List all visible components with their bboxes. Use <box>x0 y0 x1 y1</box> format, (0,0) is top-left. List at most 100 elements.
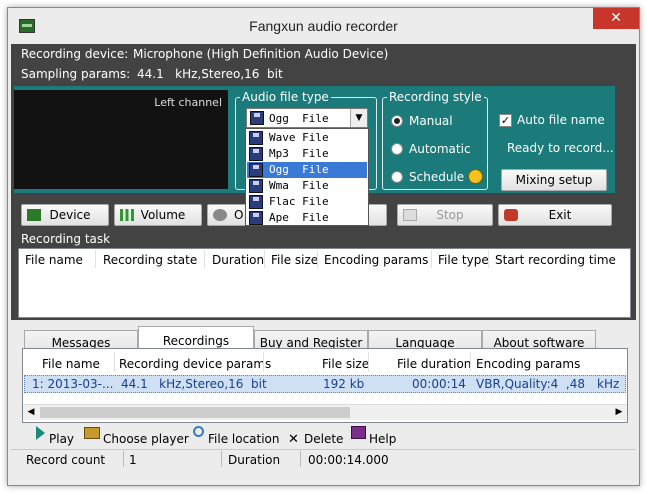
dropdown-item-label: Ape File <box>269 211 329 224</box>
col-sep <box>431 250 432 268</box>
channel-label: Left channel <box>154 96 222 109</box>
col-sep <box>488 250 489 268</box>
disk-icon <box>249 179 263 193</box>
scroll-left-icon[interactable]: ◀ <box>23 405 39 420</box>
record-count-value: 1 <box>129 453 137 471</box>
rec-col-encoding[interactable]: Encoding params <box>476 357 580 371</box>
params-label: Sampling params: <box>21 67 131 81</box>
col-sep <box>95 250 96 268</box>
scroll-thumb[interactable] <box>40 407 350 418</box>
horizontal-scrollbar[interactable]: ◀ ▶ <box>23 404 627 420</box>
col-sep <box>114 352 115 372</box>
volume-button[interactable]: Volume <box>114 204 202 226</box>
exit-button-label: Exit <box>548 208 572 222</box>
dropdown-item-wma[interactable]: Wma File <box>247 178 367 194</box>
close-button[interactable]: ✕ <box>593 8 639 29</box>
mixing-setup-button[interactable]: Mixing setup <box>501 169 607 191</box>
help-book-icon[interactable] <box>351 426 366 439</box>
task-col-type[interactable]: File type <box>438 253 489 267</box>
col-sep <box>470 352 471 372</box>
disk-icon <box>249 211 263 225</box>
rec-col-filename[interactable]: File name <box>42 357 100 371</box>
record-status: Ready to record... <box>507 141 614 155</box>
delete-button[interactable]: Delete <box>304 432 343 446</box>
row-duration: 00:00:14 <box>412 377 466 391</box>
file-type-selected: Ogg File <box>269 112 329 125</box>
app-window: Fangxun audio recorder ✕ Recording devic… <box>7 7 640 486</box>
disk-icon <box>250 111 264 125</box>
dropdown-item-label: Flac File <box>269 195 329 208</box>
dropdown-item-label: Wma File <box>269 179 329 192</box>
dropdown-item-wave[interactable]: Wave File <box>247 130 367 146</box>
task-title: Recording task <box>21 232 111 246</box>
chevron-down-icon[interactable]: ▼ <box>350 109 367 127</box>
volume-button-label: Volume <box>140 208 186 222</box>
choose-player-icon[interactable] <box>84 427 100 439</box>
status-sep <box>221 451 222 467</box>
play-icon[interactable] <box>36 426 45 440</box>
status-sep <box>300 451 301 467</box>
device-value: Microphone (High Definition Audio Device… <box>133 47 389 61</box>
disk-icon <box>249 163 263 177</box>
rec-col-size[interactable]: File size <box>322 357 369 371</box>
automatic-radio[interactable] <box>391 143 403 155</box>
dropdown-item-ape[interactable]: Ape File <box>247 210 367 226</box>
params-value: 44.1 kHz,Stereo,16 bit <box>137 67 283 81</box>
auto-name-label: Auto file name <box>517 113 605 127</box>
file-location-button[interactable]: File location <box>208 432 280 446</box>
col-sep <box>264 250 265 268</box>
col-sep <box>263 352 264 372</box>
dropdown-item-ogg[interactable]: Ogg File <box>247 162 367 178</box>
scroll-right-icon[interactable]: ▶ <box>611 405 627 420</box>
row-filename: 1: 2013-03-... <box>32 377 114 391</box>
task-col-encoding[interactable]: Encoding params <box>324 253 428 267</box>
choose-player-button[interactable]: Choose player <box>103 432 189 446</box>
clock-icon[interactable] <box>468 169 483 184</box>
automatic-label: Automatic <box>409 142 471 156</box>
file-type-select[interactable]: Ogg File ▼ <box>246 108 368 128</box>
status-divider <box>11 449 636 450</box>
exit-button[interactable]: Exit <box>498 204 612 226</box>
manual-label: Manual <box>409 114 453 128</box>
task-col-duration[interactable]: Duration <box>212 253 264 267</box>
duration-value: 00:00:14.000 <box>308 453 389 471</box>
device-button[interactable]: Device <box>21 204 109 226</box>
auto-name-checkbox[interactable]: ✓ <box>499 114 512 127</box>
dropdown-item-flac[interactable]: Flac File <box>247 194 367 210</box>
stop-button[interactable]: Stop <box>397 204 493 226</box>
task-col-state[interactable]: Recording state <box>103 253 197 267</box>
stop-icon <box>403 209 417 221</box>
help-button[interactable]: Help <box>369 432 396 446</box>
delete-icon[interactable]: ✕ <box>288 432 299 447</box>
device-button-label: Device <box>49 208 91 222</box>
col-sep <box>317 250 318 268</box>
rec-col-params[interactable]: Recording device params <box>119 357 271 371</box>
play-button[interactable]: Play <box>49 432 74 446</box>
manual-radio[interactable] <box>391 115 403 127</box>
disk-icon <box>249 195 263 209</box>
magnifier-icon[interactable] <box>193 426 204 437</box>
col-sep <box>204 250 205 268</box>
exit-icon <box>504 209 518 221</box>
row-size: 192 kb <box>323 377 365 391</box>
device-label: Recording device: <box>21 47 129 61</box>
task-col-start[interactable]: Start recording time <box>495 253 616 267</box>
row-extra: kHz <box>597 377 620 391</box>
disk-icon <box>249 147 263 161</box>
rec-col-duration[interactable]: File duration <box>397 357 471 371</box>
col-sep <box>368 352 369 372</box>
task-col-size[interactable]: File size <box>271 253 318 267</box>
dropdown-item-mp3[interactable]: Mp3 File <box>247 146 367 162</box>
schedule-radio[interactable] <box>391 171 403 183</box>
dropdown-item-label: Mp3 File <box>269 147 329 160</box>
gear-icon <box>213 209 227 221</box>
device-icon <box>27 209 41 221</box>
stop-button-label: Stop <box>436 208 464 222</box>
schedule-label: Schedule <box>409 170 465 184</box>
duration-label: Duration <box>228 453 281 471</box>
dropdown-item-label: Ogg File <box>269 163 329 176</box>
style-legend: Recording style <box>389 90 482 104</box>
task-col-filename[interactable]: File name <box>25 253 83 267</box>
file-type-legend: Audio file type <box>242 90 329 104</box>
file-type-dropdown[interactable]: Wave File Mp3 File Ogg File Wma File Fla… <box>245 128 369 226</box>
